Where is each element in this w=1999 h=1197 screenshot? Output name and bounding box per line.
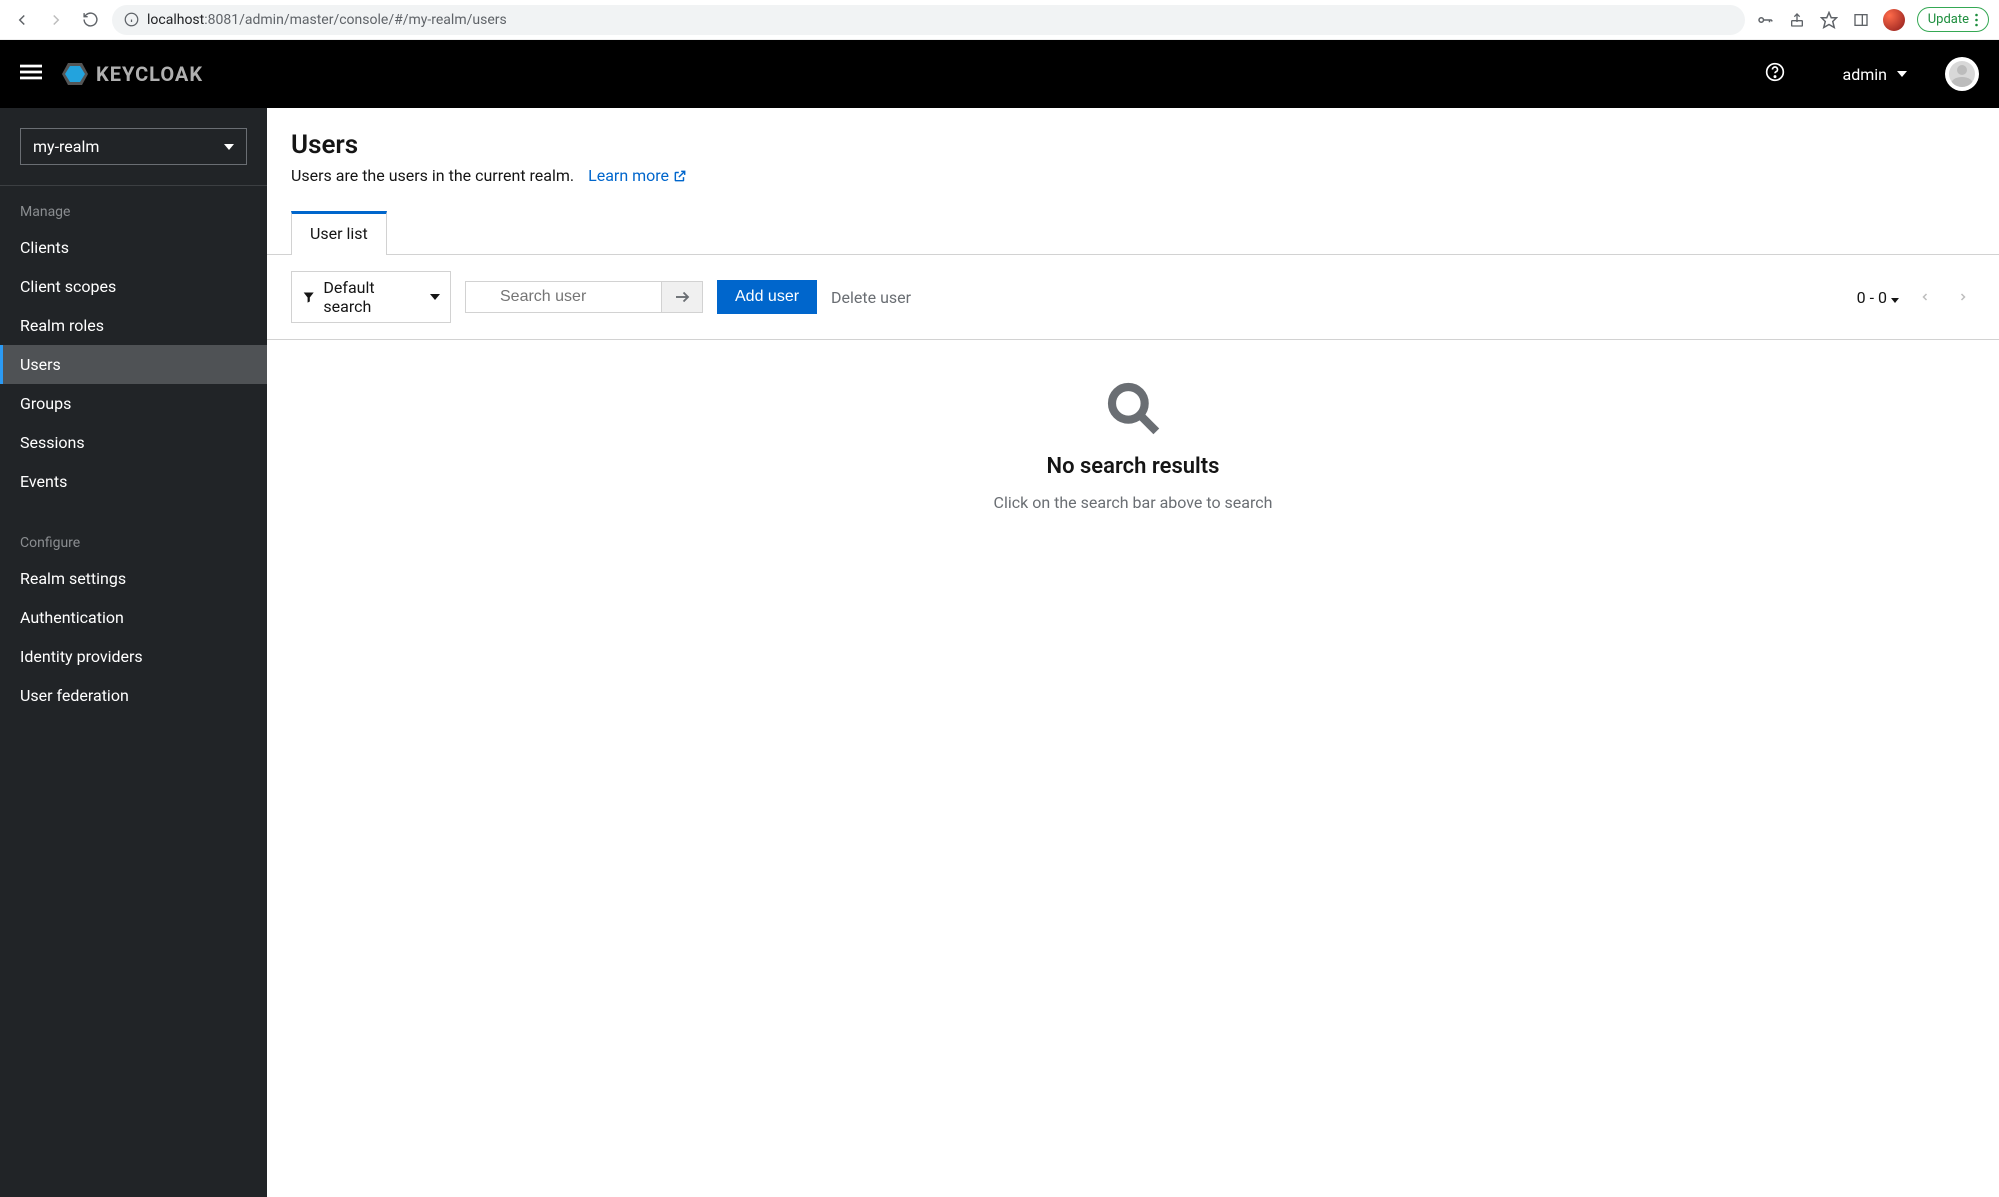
sidebar-section-configure: Configure	[0, 517, 267, 559]
sidebar-item-clients[interactable]: Clients	[0, 228, 267, 267]
empty-state-title: No search results	[1047, 454, 1220, 479]
empty-state-subtitle: Click on the search bar above to search	[994, 493, 1273, 512]
sidebar-item-events[interactable]: Events	[0, 462, 267, 501]
sidebar-item-realm-settings[interactable]: Realm settings	[0, 559, 267, 598]
search-filter-dropdown[interactable]: Default search	[291, 271, 451, 323]
arrow-right-icon	[673, 288, 691, 306]
sidebar-item-identity-providers[interactable]: Identity providers	[0, 637, 267, 676]
browser-back-button[interactable]	[10, 8, 34, 32]
caret-down-icon	[1891, 298, 1899, 303]
pager-next[interactable]	[1951, 288, 1975, 307]
url-text: localhost:8081/admin/master/console/#/my…	[147, 12, 507, 28]
hamburger-menu-icon[interactable]	[20, 61, 42, 87]
pager-range[interactable]: 0 - 0	[1857, 288, 1899, 307]
chevron-down-icon	[224, 144, 234, 150]
sidebar-item-client-scopes[interactable]: Client scopes	[0, 267, 267, 306]
pagination: 0 - 0	[1857, 288, 1975, 307]
user-avatar[interactable]	[1945, 57, 1979, 91]
search-group	[465, 281, 703, 313]
browser-forward-button[interactable]	[44, 8, 68, 32]
browser-update-button[interactable]: Update	[1917, 7, 1989, 32]
help-icon[interactable]	[1765, 62, 1785, 86]
delete-user-button[interactable]: Delete user	[831, 288, 911, 307]
app-header: KEYCLOAK admin	[0, 40, 1999, 108]
page-title: Users	[291, 130, 1975, 160]
tab-user-list[interactable]: User list	[291, 211, 387, 255]
browser-chrome: localhost:8081/admin/master/console/#/my…	[0, 0, 1999, 40]
caret-down-icon	[1897, 71, 1907, 77]
search-input[interactable]	[465, 281, 661, 313]
realm-selector[interactable]: my-realm	[20, 128, 247, 165]
info-icon	[124, 12, 139, 27]
user-menu[interactable]: admin	[1843, 65, 1907, 84]
keycloak-logo-icon	[60, 59, 90, 89]
username-label: admin	[1843, 65, 1887, 84]
browser-profile-avatar[interactable]	[1883, 9, 1905, 31]
pager-prev[interactable]	[1913, 288, 1937, 307]
sidebar-item-sessions[interactable]: Sessions	[0, 423, 267, 462]
sidebar-item-groups[interactable]: Groups	[0, 384, 267, 423]
search-icon	[1105, 380, 1161, 440]
empty-state: No search results Click on the search ba…	[267, 340, 1999, 552]
panel-icon[interactable]	[1851, 10, 1871, 30]
address-bar[interactable]: localhost:8081/admin/master/console/#/my…	[112, 5, 1745, 35]
sidebar: my-realm Manage Clients Client scopes Re…	[0, 108, 267, 1197]
sidebar-item-users[interactable]: Users	[0, 345, 267, 384]
key-icon[interactable]	[1755, 10, 1775, 30]
sidebar-item-authentication[interactable]: Authentication	[0, 598, 267, 637]
add-user-button[interactable]: Add user	[717, 280, 817, 314]
tabs: User list	[267, 211, 1999, 255]
keycloak-logo[interactable]: KEYCLOAK	[60, 59, 203, 89]
browser-reload-button[interactable]	[78, 8, 102, 32]
sidebar-item-user-federation[interactable]: User federation	[0, 676, 267, 715]
caret-down-icon	[430, 294, 440, 300]
realm-selector-label: my-realm	[33, 137, 99, 156]
filter-icon	[302, 290, 315, 304]
sidebar-section-manage: Manage	[0, 186, 267, 228]
keycloak-logo-text: KEYCLOAK	[96, 62, 203, 86]
bookmark-star-icon[interactable]	[1819, 10, 1839, 30]
main-content: Users Users are the users in the current…	[267, 108, 1999, 1197]
search-submit-button[interactable]	[661, 281, 703, 313]
page-description: Users are the users in the current realm…	[291, 166, 1975, 185]
share-icon[interactable]	[1787, 10, 1807, 30]
external-link-icon	[673, 169, 687, 183]
learn-more-link[interactable]: Learn more	[588, 166, 687, 185]
sidebar-item-realm-roles[interactable]: Realm roles	[0, 306, 267, 345]
